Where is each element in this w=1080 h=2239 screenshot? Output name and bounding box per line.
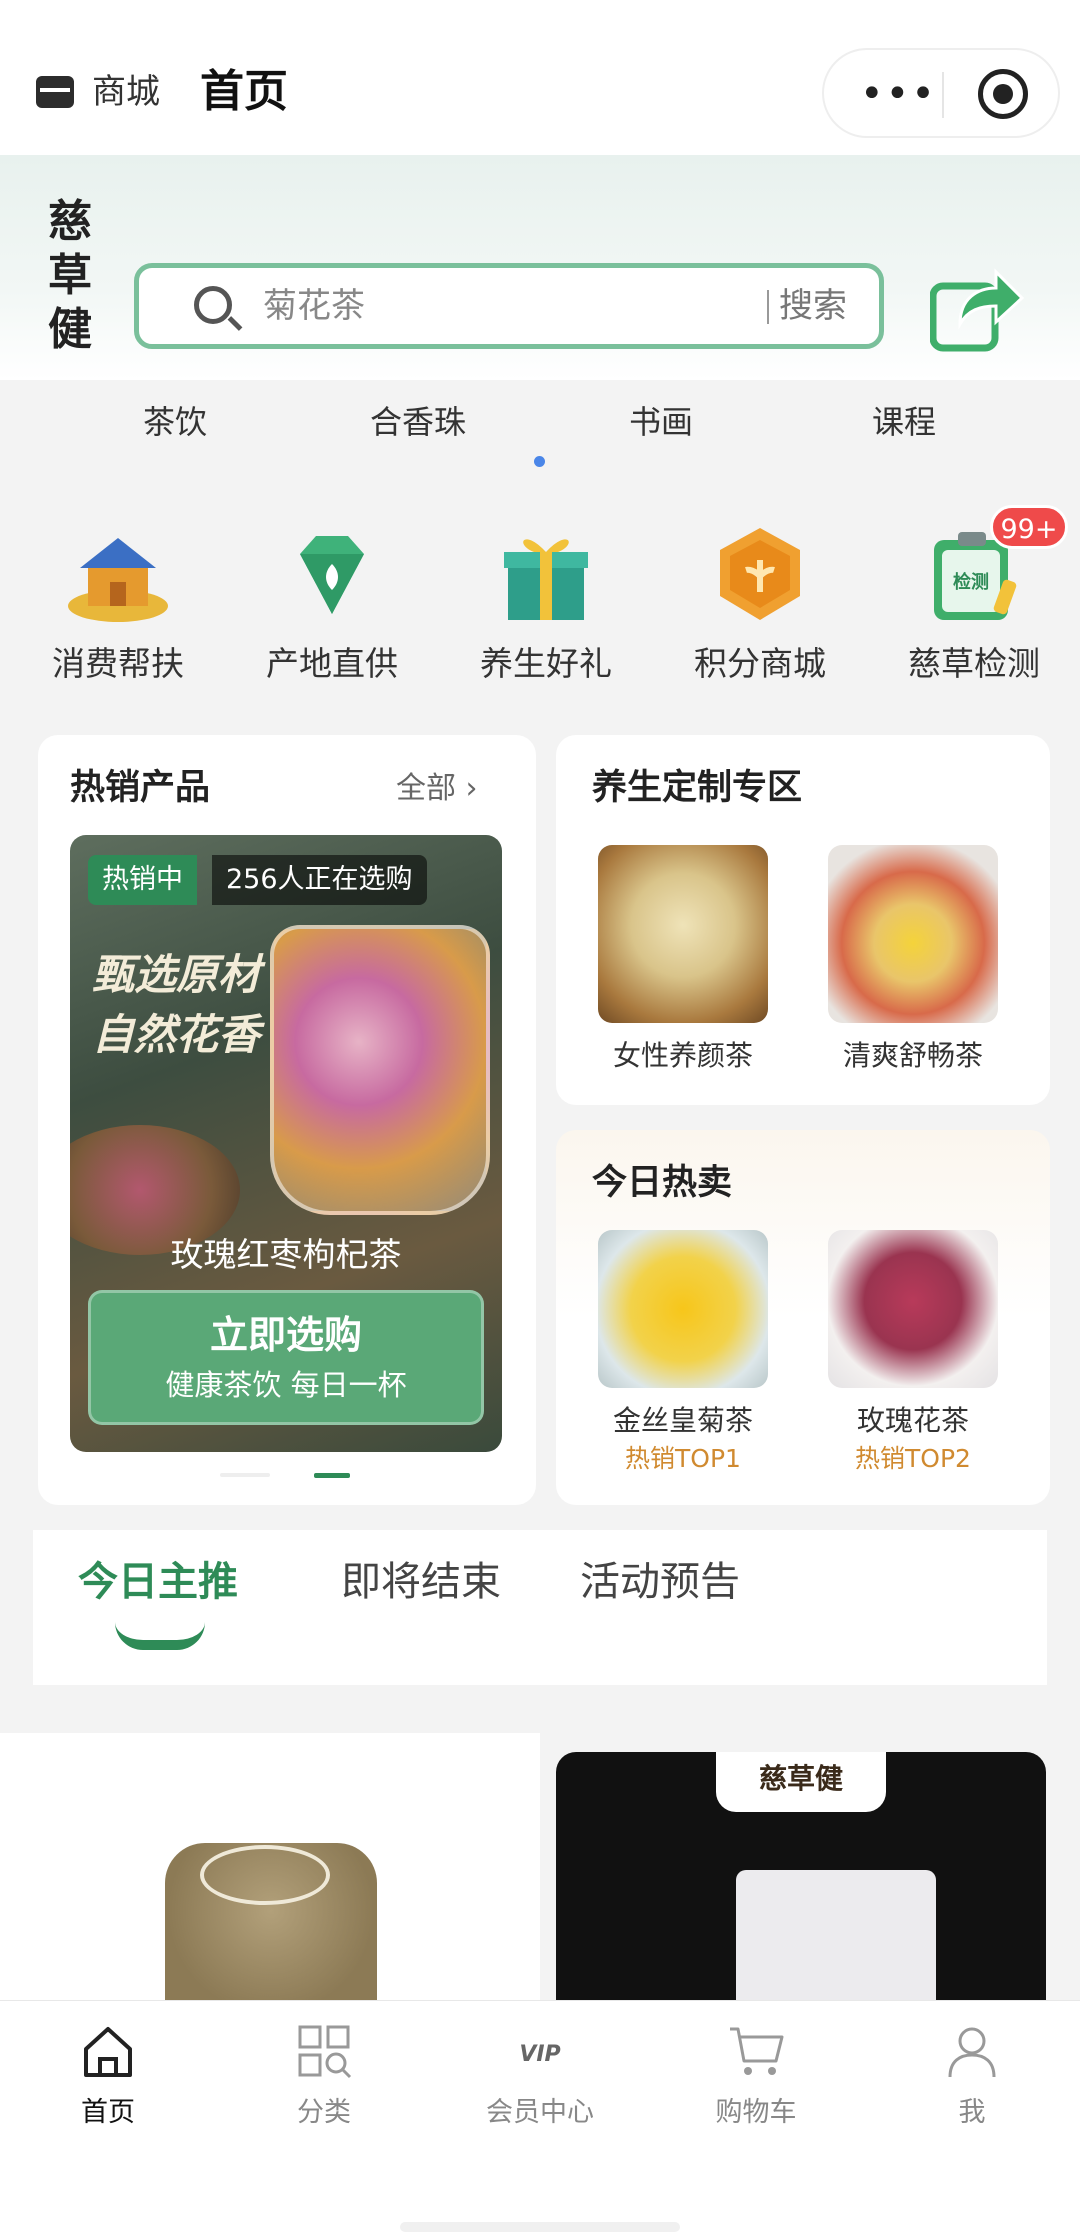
close-target-icon[interactable] (978, 69, 1028, 119)
carousel-track (220, 1473, 270, 1477)
viewer-count: 256人正在选购 (212, 855, 427, 905)
nav-cart[interactable]: 购物车 (648, 2021, 864, 2133)
product-card[interactable]: 慈草健 (556, 1752, 1046, 2012)
category-tab-beads[interactable]: 合香珠 (318, 398, 518, 446)
sachet-string (200, 1845, 330, 1905)
search-button[interactable]: 搜索 (779, 282, 847, 330)
slogan: 甄选原材 自然花香 (92, 945, 260, 1065)
vip-icon: VIP (519, 2042, 560, 2067)
brand-logo: 慈草健 (48, 196, 92, 355)
view-all-label: 全部 (396, 771, 456, 806)
product-image[interactable] (598, 845, 768, 1023)
mall-link[interactable]: 商城 (92, 70, 160, 114)
cart-icon (730, 2027, 784, 2075)
gift-icon (504, 539, 588, 620)
section-title: 热销产品 (70, 768, 211, 808)
slogan-line: 自然花香 (92, 1010, 261, 1059)
quick-entry-label: 慈草检测 (908, 644, 1040, 683)
user-icon (948, 2027, 996, 2078)
quick-entry-points[interactable]: 积分商城 (660, 524, 860, 688)
search-input[interactable]: 菊花茶 (263, 282, 365, 330)
store-icon[interactable] (36, 76, 74, 108)
tea-glass-image (270, 925, 490, 1215)
product-image[interactable] (598, 1230, 768, 1388)
buy-now-sublabel: 健康茶饮 每日一杯 (165, 1368, 407, 1402)
rank-label: 热销TOP1 (625, 1444, 741, 1473)
hot-tag: 热销中 (88, 855, 197, 905)
home-indicator (400, 2222, 680, 2232)
capsule-divider (942, 72, 944, 118)
quick-entry-label: 养生好礼 (480, 644, 612, 683)
nav-label: 会员中心 (486, 2097, 594, 2128)
category-tab-painting[interactable]: 书画 (561, 398, 761, 446)
product-name: 玫瑰红枣枸杞茶 (170, 1235, 402, 1274)
search-icon (194, 286, 232, 324)
quick-entry-label: 消费帮扶 (52, 644, 184, 683)
chevron-right-icon: › (465, 771, 478, 806)
product-image[interactable] (828, 845, 998, 1023)
diamond-icon (300, 536, 364, 614)
house-icon (68, 538, 168, 622)
brand-label: 慈草健 (716, 1752, 886, 1812)
section-title: 今日热卖 (592, 1163, 733, 1203)
search-bar[interactable]: 菊花茶 搜索 (134, 263, 884, 349)
product-name[interactable]: 金丝皇菊茶 (563, 1400, 803, 1442)
miniprogram-capsule: ••• (822, 48, 1060, 138)
product-name[interactable]: 女性养颜茶 (563, 1035, 803, 1077)
buy-now-label: 立即选购 (209, 1313, 362, 1357)
category-tab-course[interactable]: 课程 (804, 398, 1004, 446)
category-icon (298, 2025, 352, 2079)
category-tab-tea[interactable]: 茶饮 (75, 398, 275, 446)
view-all-link[interactable]: 全部 › (396, 767, 478, 811)
quick-entry-origin[interactable]: 产地直供 (232, 524, 432, 688)
vip-icon-text: VIP (519, 2042, 560, 2067)
carousel-indicator (534, 456, 545, 467)
rank-label: 热销TOP2 (855, 1444, 971, 1473)
today-hot-card: 今日热卖 金丝皇菊茶 热销TOP1 玫瑰花茶 热销TOP2 (556, 1130, 1050, 1505)
more-icon[interactable]: ••• (860, 74, 937, 114)
product-name[interactable]: 玫瑰花茶 (793, 1400, 1033, 1442)
nav-label: 首页 (81, 2097, 135, 2128)
nav-vip[interactable]: VIP 会员中心 (432, 2021, 648, 2133)
tab-upcoming[interactable]: 活动预告 (580, 1552, 740, 1612)
quick-entry-gift[interactable]: 养生好礼 (446, 524, 646, 688)
nav-me[interactable]: 我 (864, 2021, 1080, 2133)
quick-entry-support[interactable]: 消费帮扶 (18, 524, 218, 688)
product-card[interactable] (0, 1733, 540, 2013)
product-image[interactable] (828, 1230, 998, 1388)
nav-label: 我 (958, 2097, 986, 2128)
tab-today-featured[interactable]: 今日主推 (78, 1552, 238, 1612)
search-divider (767, 290, 769, 324)
notification-badge: 99+ (990, 505, 1068, 549)
hot-product-banner[interactable]: 热销中 256人正在选购 甄选原材 自然花香 玫瑰红枣枸杞茶 立即选购 健康茶饮… (70, 835, 502, 1452)
share-icon[interactable] (930, 262, 1026, 352)
tab-ending-soon[interactable]: 即将结束 (341, 1552, 501, 1612)
tea-package-image (736, 1870, 936, 2012)
page-title: 首页 (200, 66, 288, 117)
promotion-tabs: 今日主推 即将结束 活动预告 (33, 1530, 1047, 1685)
slogan-line: 甄选原材 (92, 950, 261, 999)
nav-category[interactable]: 分类 (216, 2021, 432, 2133)
section-title: 养生定制专区 (592, 768, 803, 808)
svg-text:检测: 检测 (953, 571, 989, 593)
nav-home[interactable]: 首页 (0, 2021, 216, 2133)
product-name[interactable]: 清爽舒畅茶 (793, 1035, 1033, 1077)
buy-now-button[interactable]: 立即选购 健康茶饮 每日一杯 (88, 1290, 484, 1425)
nav-label: 分类 (297, 2097, 351, 2128)
nav-label: 购物车 (715, 2097, 797, 2128)
quick-entry-label: 产地直供 (266, 644, 398, 683)
points-icon (720, 528, 800, 620)
bottom-navigation: 首页 分类 VIP 会员中心 购物车 我 (0, 2000, 1080, 2239)
custom-zone-card: 养生定制专区 女性养颜茶 清爽舒畅茶 (556, 735, 1050, 1105)
carousel-active-indicator (314, 1473, 350, 1478)
top-header: 商城 首页 ••• (0, 0, 1080, 155)
quick-entry-label: 积分商城 (694, 644, 826, 683)
home-icon (84, 2027, 132, 2077)
active-tab-indicator (115, 1622, 205, 1650)
